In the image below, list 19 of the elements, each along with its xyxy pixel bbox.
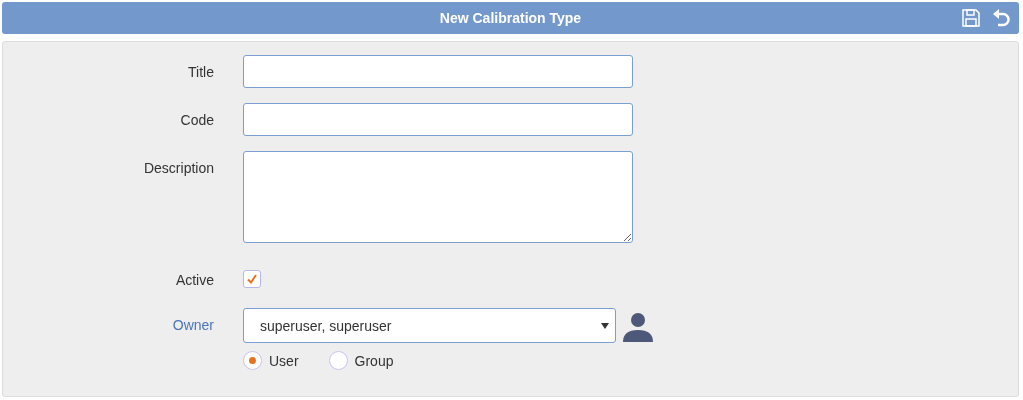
radio-button[interactable] xyxy=(328,351,348,370)
caret-icon xyxy=(601,322,609,329)
field-label: Active xyxy=(174,272,214,288)
radio-option[interactable]: User xyxy=(243,351,299,370)
active-checkbox[interactable] xyxy=(243,270,261,288)
owner-select[interactable]: superuser, superuser xyxy=(243,308,616,343)
description-field[interactable] xyxy=(243,151,633,243)
radio-option[interactable]: Group xyxy=(328,351,394,370)
text-field[interactable] xyxy=(243,103,633,136)
check-icon xyxy=(246,273,258,285)
save-icon[interactable] xyxy=(961,8,981,28)
field-label: Owner xyxy=(171,317,214,333)
undo-icon[interactable] xyxy=(991,8,1011,28)
page-title: New Calibration Type xyxy=(439,10,582,26)
field-label: Description xyxy=(142,160,214,176)
field-label: Title xyxy=(187,64,214,80)
text-field[interactable] xyxy=(243,55,633,88)
radio-button[interactable] xyxy=(243,351,262,370)
field-label: Code xyxy=(179,112,214,128)
